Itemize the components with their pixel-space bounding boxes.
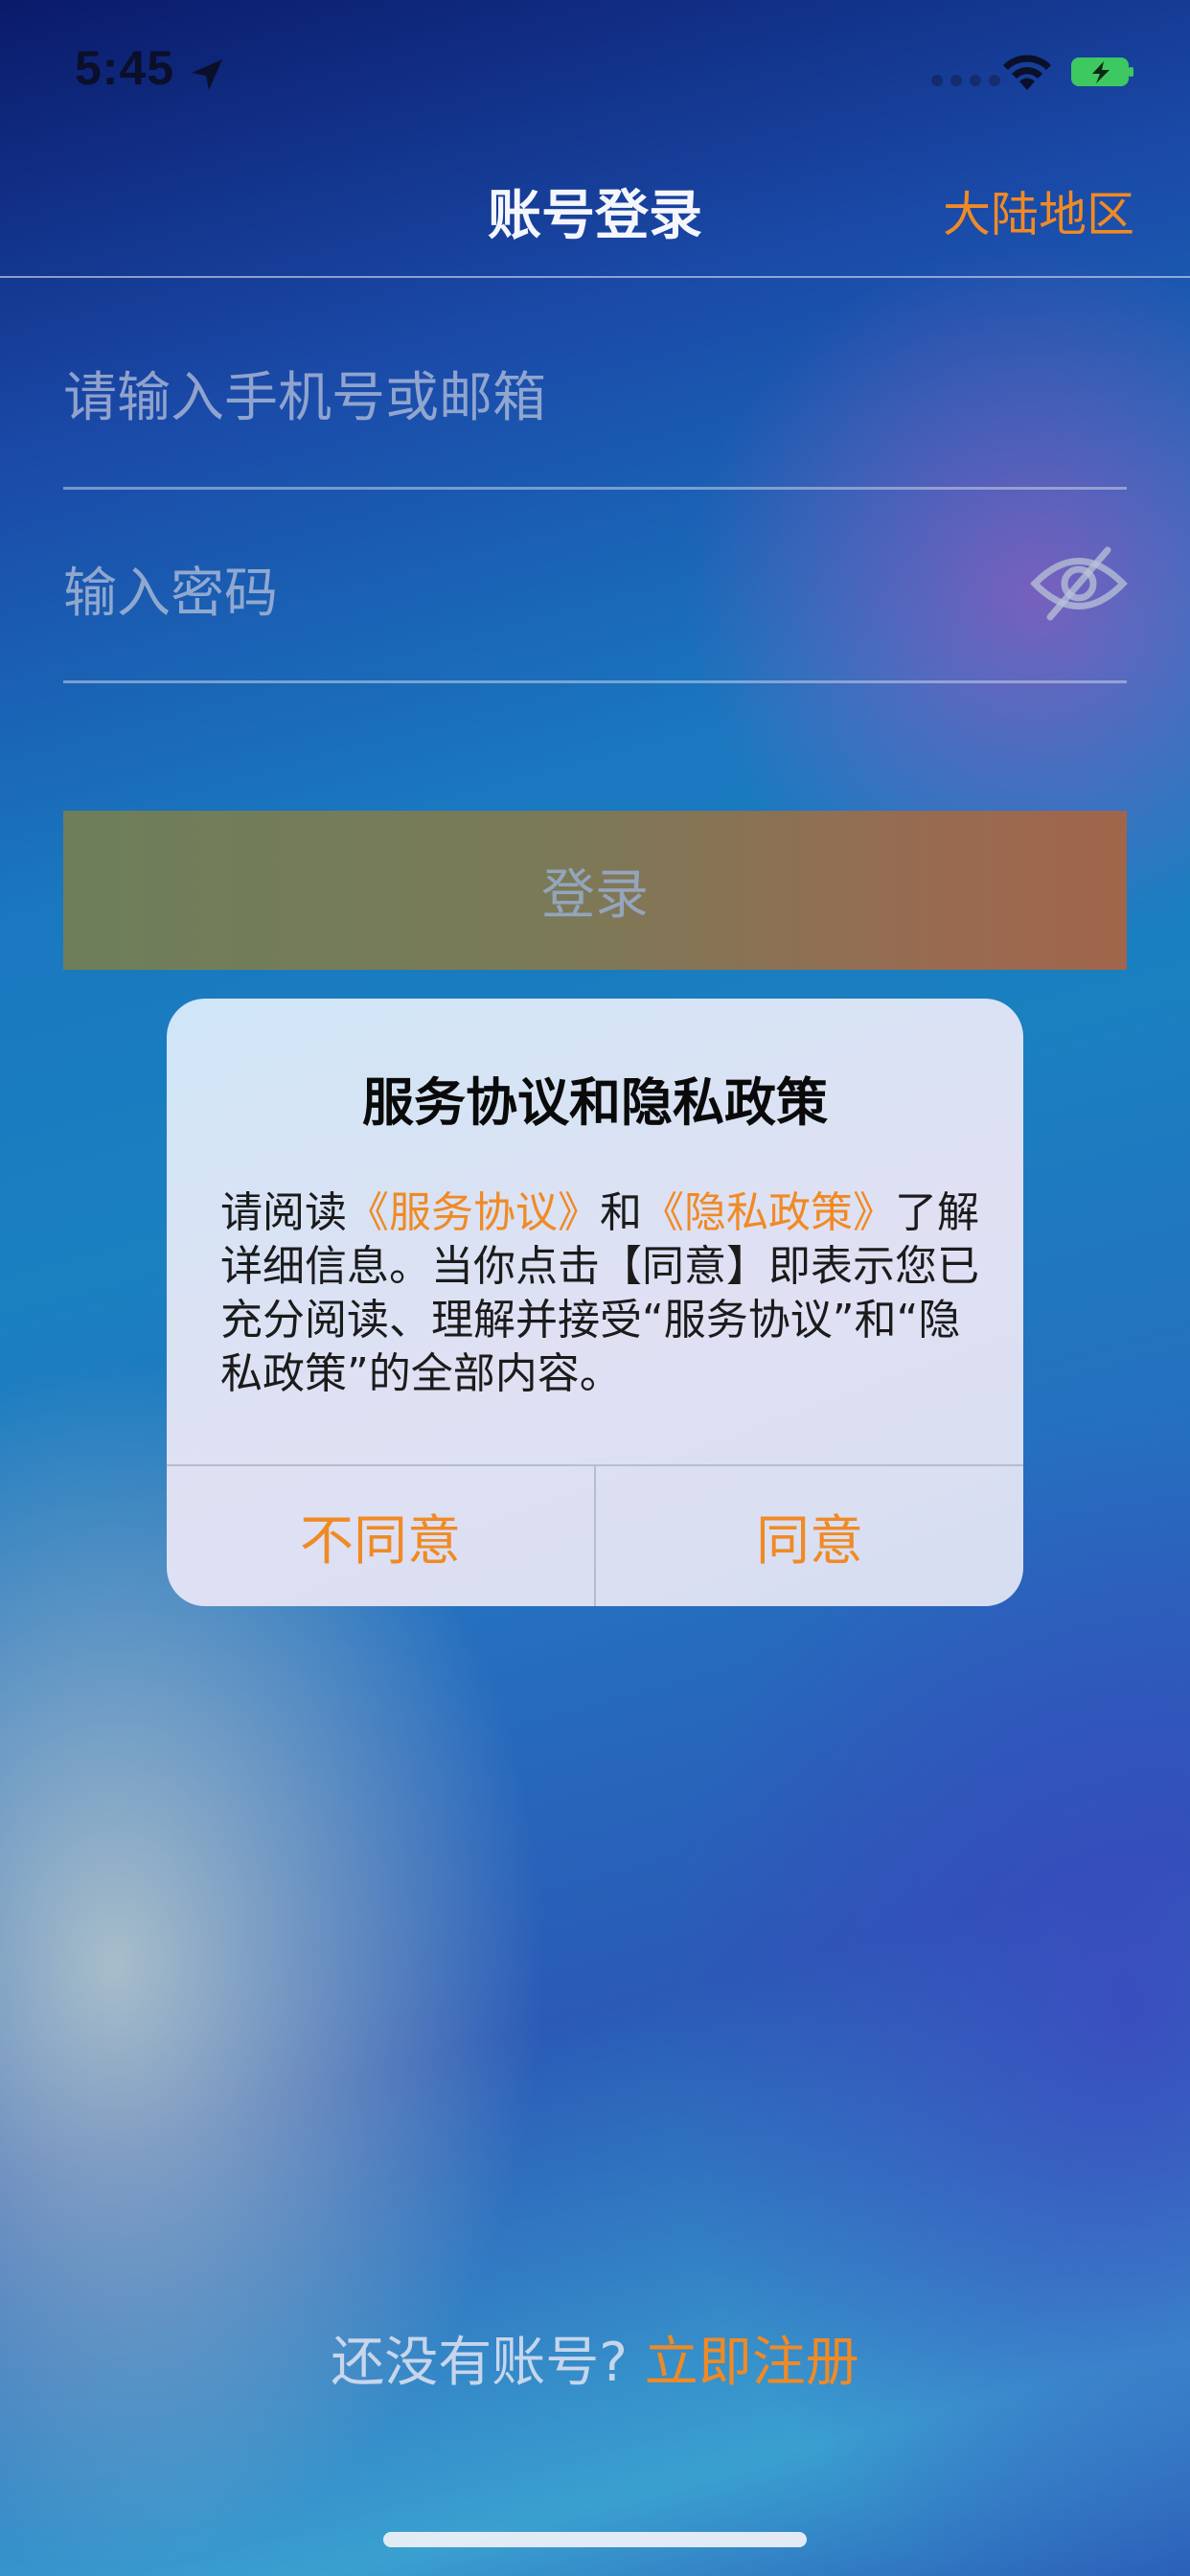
account-input-underline bbox=[63, 487, 1127, 490]
dialog-title: 服务协议和隐私政策 bbox=[362, 1072, 828, 1133]
home-indicator[interactable] bbox=[383, 2532, 807, 2547]
login-button-label: 登录 bbox=[541, 863, 649, 927]
dialog-message-prefix: 请阅读 bbox=[220, 1188, 347, 1237]
register-question: 还没有账号? bbox=[331, 2332, 628, 2394]
location-arrow-icon bbox=[192, 59, 222, 90]
login-button[interactable]: 登录 bbox=[63, 811, 1127, 970]
agreement-dialog: 服务协议和隐私政策 请阅读《服务协议》和《隐私政策》了解详细信息。当你点击【同意… bbox=[167, 999, 1023, 1606]
agree-button[interactable]: 同意 bbox=[596, 1466, 1023, 1606]
register-prompt: 还没有账号? 立即注册 bbox=[0, 2319, 1190, 2397]
battery-icon bbox=[1071, 58, 1133, 86]
status-time: 5:45 bbox=[75, 41, 175, 95]
region-selector[interactable]: 大陆地区 bbox=[943, 176, 1134, 245]
password-input-underline bbox=[63, 680, 1127, 683]
account-input[interactable]: 请输入手机号或邮箱 bbox=[63, 355, 546, 432]
hide-password-icon[interactable] bbox=[1029, 544, 1129, 623]
password-input[interactable]: 输入密码 bbox=[63, 550, 278, 628]
disagree-button[interactable]: 不同意 bbox=[167, 1466, 594, 1606]
nav-divider bbox=[0, 276, 1190, 278]
dialog-message: 请阅读《服务协议》和《隐私政策》了解详细信息。当你点击【同意】即表示您已充分阅读… bbox=[220, 1186, 987, 1401]
register-link[interactable]: 立即注册 bbox=[645, 2332, 859, 2394]
service-agreement-link[interactable]: 《服务协议》 bbox=[347, 1188, 600, 1237]
dialog-message-and: 和 bbox=[600, 1188, 642, 1237]
wifi-icon bbox=[1003, 55, 1051, 90]
privacy-policy-link[interactable]: 《隐私政策》 bbox=[642, 1188, 895, 1237]
